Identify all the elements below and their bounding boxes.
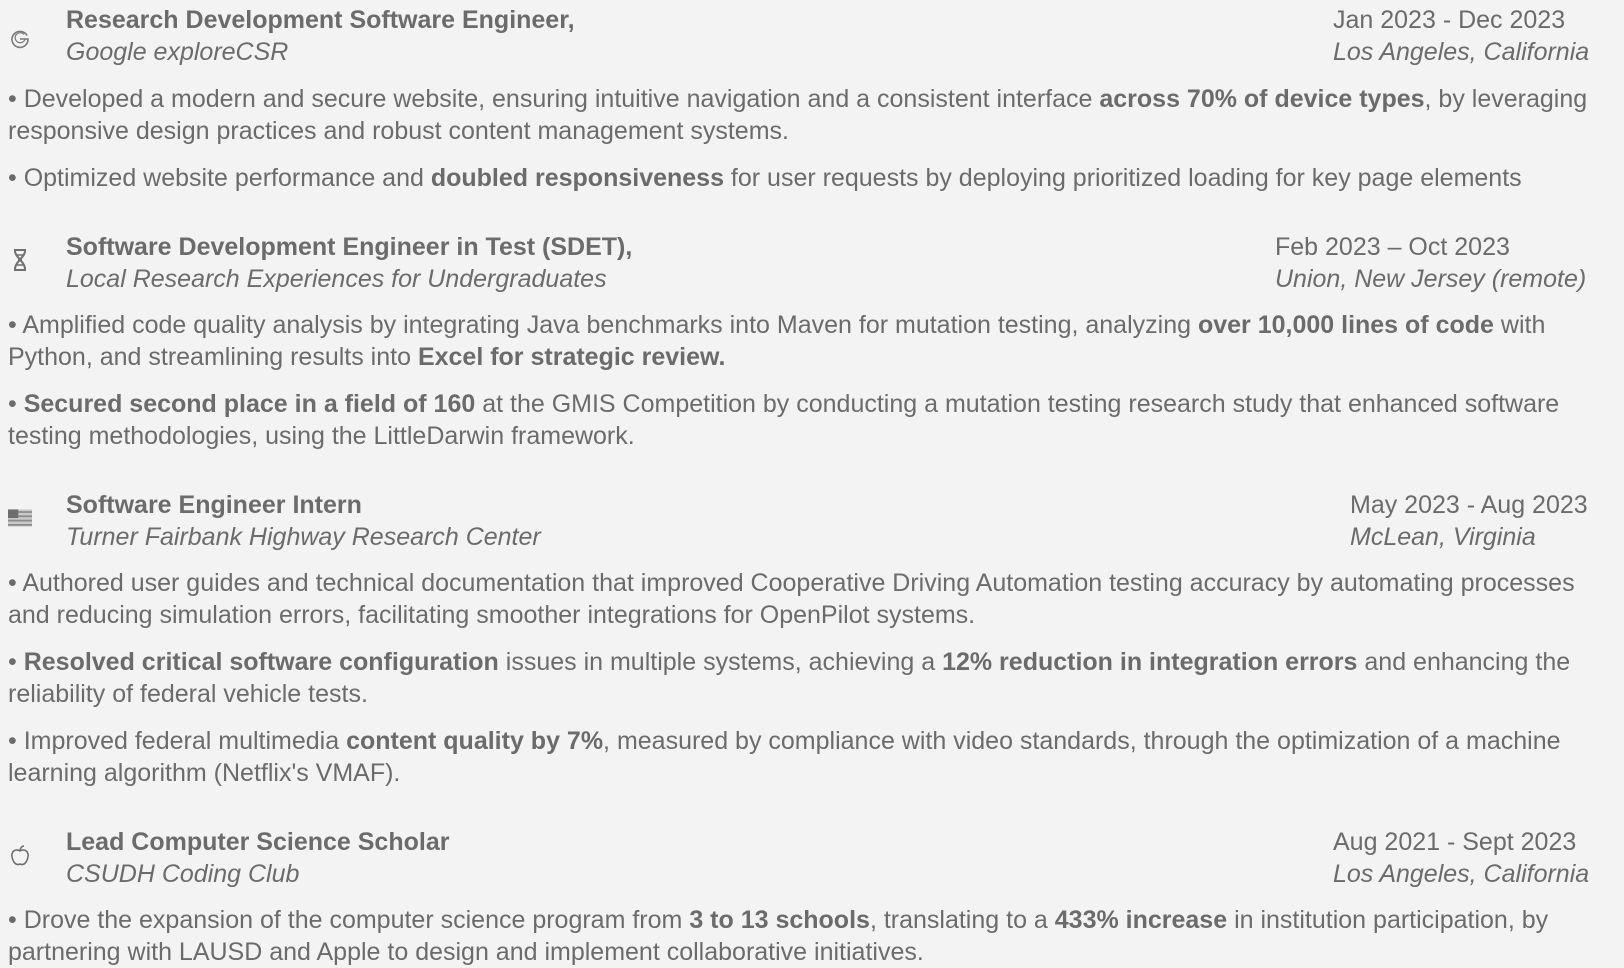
role-block: Software Development Engineer in Test (S… [66,231,632,295]
organization: CSUDH Coding Club [66,860,300,888]
date-range: Feb 2023 – Oct 2023 [1275,233,1510,261]
entry-header: Research Development Software Engineer, … [0,4,1624,70]
experience-entry-scholar: Lead Computer Science Scholar CSUDH Codi… [0,826,1624,892]
job-title: Software Engineer Intern [66,491,362,519]
bullet-text: • [8,648,24,676]
bullet-point: • Amplified code quality analysis by int… [8,309,1620,373]
apple-icon [8,844,32,868]
bullet-text: • Developed a modern and secure website,… [8,85,1100,113]
bullet-emphasis: over 10,000 lines of code [1197,311,1494,339]
bullet-point: • Improved federal multimedia content qu… [8,725,1620,789]
bullet-point: • Resolved critical software configurati… [8,646,1620,710]
job-title: Software Development Engineer in Test (S… [66,233,633,261]
dna-icon [8,248,32,272]
meta-block: Aug 2021 - Sept 2023 Los Angeles, Califo… [1333,826,1589,890]
organization: Turner Fairbank Highway Research Center [66,523,541,551]
bullet-point: • Authored user guides and technical doc… [8,567,1620,631]
experience-entry-intern: Software Engineer Intern Turner Fairbank… [0,489,1624,555]
bullet-text: for user requests by deploying prioritiz… [723,164,1522,192]
bullet-point: • Developed a modern and secure website,… [8,83,1620,147]
bullet-text: • Authored user guides and technical doc… [8,569,1575,629]
role-block: Lead Computer Science Scholar CSUDH Codi… [66,826,449,890]
date-range: May 2023 - Aug 2023 [1350,491,1588,519]
bullet-text: issues in multiple systems, achieving a [498,648,943,676]
bullet-emphasis: doubled responsiveness [430,164,724,192]
bullet-emphasis: Secured second place in a field of 160 [23,390,476,418]
bullet-text: • Amplified code quality analysis by int… [8,311,1198,339]
meta-block: Feb 2023 – Oct 2023 Union, New Jersey (r… [1275,231,1586,295]
job-title: Lead Computer Science Scholar [66,828,450,856]
role-block: Software Engineer Intern Turner Fairbank… [66,489,541,553]
entry-header: Lead Computer Science Scholar CSUDH Codi… [0,826,1624,892]
experience-entry-sdet: Software Development Engineer in Test (S… [0,231,1624,297]
date-range: Jan 2023 - Dec 2023 [1333,6,1566,34]
bullet-emphasis: Excel for strategic review. [417,343,726,371]
bullet-emphasis: across 70% of device types [1099,85,1425,113]
role-block: Research Development Software Engineer, … [66,4,575,68]
bullet-point: • Optimized website performance and doub… [8,162,1620,194]
location: Los Angeles, California [1333,860,1590,888]
bullet-text: • Drove the expansion of the computer sc… [8,906,690,934]
bullet-point: • Drove the expansion of the computer sc… [8,904,1620,968]
us-flag-icon [8,506,32,530]
entry-header: Software Development Engineer in Test (S… [0,231,1624,297]
entry-header: Software Engineer Intern Turner Fairbank… [0,489,1624,555]
google-icon [8,26,32,50]
meta-block: Jan 2023 - Dec 2023 Los Angeles, Califor… [1333,4,1589,68]
location: Los Angeles, California [1333,38,1590,66]
bullet-text: • Improved federal multimedia [8,727,347,755]
date-range: Aug 2021 - Sept 2023 [1333,828,1577,856]
bullet-emphasis: Resolved critical software configuration [23,648,499,676]
organization: Google exploreCSR [66,38,289,66]
bullet-text: • Optimized website performance and [8,164,431,192]
bullet-emphasis: 433% increase [1054,906,1228,934]
location: Union, New Jersey (remote) [1275,265,1587,293]
location: McLean, Virginia [1350,523,1536,551]
organization: Local Research Experiences for Undergrad… [66,265,607,293]
experience-entry-google: Research Development Software Engineer, … [0,4,1624,70]
bullet-point: • Secured second place in a field of 160… [8,388,1620,452]
meta-block: May 2023 - Aug 2023 McLean, Virginia [1350,489,1588,553]
bullet-emphasis: content quality by 7% [346,727,604,755]
bullet-text: • [8,390,24,418]
bullet-text: , translating to a [869,906,1055,934]
bullet-emphasis: 12% reduction in integration errors [942,648,1358,676]
bullet-emphasis: 3 to 13 schools [689,906,870,934]
job-title: Research Development Software Engineer, [66,6,575,34]
